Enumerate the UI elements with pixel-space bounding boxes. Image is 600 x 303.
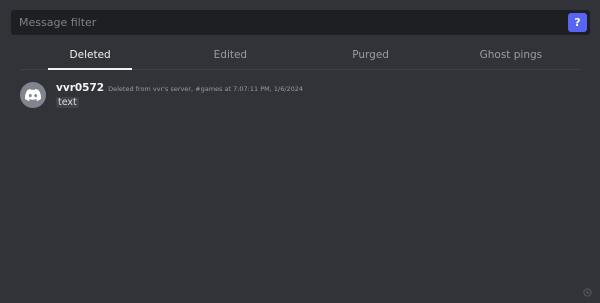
watermark [583, 288, 592, 297]
message-header: vvr0572 Deleted from vvr's server, #game… [56, 82, 303, 94]
tab-bar: Deleted Edited Purged Ghost pings [20, 40, 581, 70]
avatar[interactable] [20, 82, 46, 108]
username[interactable]: vvr0572 [56, 82, 104, 94]
tab-ghost-pings[interactable]: Ghost pings [441, 40, 581, 69]
tab-purged[interactable]: Purged [301, 40, 441, 69]
tab-edited[interactable]: Edited [160, 40, 300, 69]
help-button[interactable]: ? [568, 13, 587, 32]
logged-message: vvr0572 Deleted from vvr's server, #game… [20, 82, 303, 108]
message-filter-input[interactable] [11, 10, 568, 35]
message-meta: Deleted from vvr's server, #games at 7:0… [108, 85, 304, 93]
message-body: vvr0572 Deleted from vvr's server, #game… [56, 82, 303, 108]
watermark-logo-icon [583, 288, 592, 297]
message-text: text [56, 97, 79, 108]
tab-deleted[interactable]: Deleted [20, 40, 160, 70]
filter-bar: ? [11, 10, 590, 35]
discord-logo-icon [25, 89, 41, 101]
message-logger-window: ? Deleted Edited Purged Ghost pings vvr0… [0, 0, 600, 303]
